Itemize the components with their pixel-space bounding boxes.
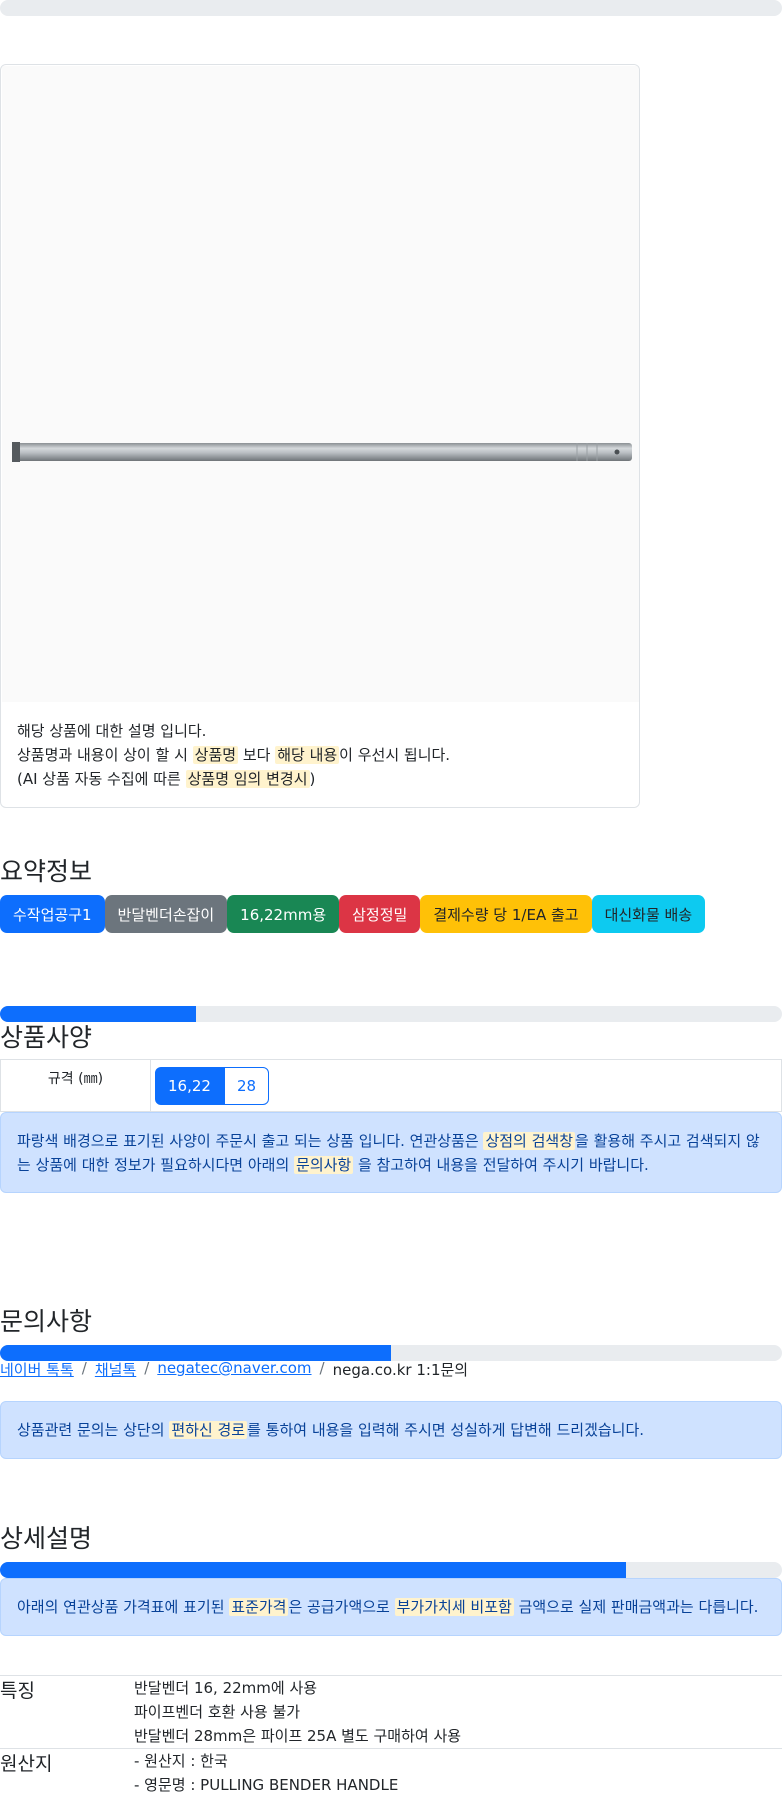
summary-badge: 수작업공구1 bbox=[0, 895, 105, 933]
detail-row-features: 특징 반달벤더 16, 22mm에 사용 파이프벤더 호환 사용 불가 반달벤더… bbox=[0, 1675, 782, 1748]
bender-handle-image bbox=[12, 442, 632, 462]
detail-line: 파이프벤더 호환 사용 불가 bbox=[134, 1703, 301, 1721]
spec-label: 규격 (㎜) bbox=[1, 1060, 151, 1111]
detail-notice: 아래의 연관상품 가격표에 표기된 표준가격 은 공급가액으로 부가가치세 비포함… bbox=[0, 1578, 782, 1636]
spec-option-28[interactable]: 28 bbox=[223, 1066, 270, 1105]
spec-options: 16,22 28 bbox=[151, 1060, 270, 1111]
detail-label: 원산지 bbox=[0, 1753, 53, 1775]
summary-badge: 삼정정밀 bbox=[339, 895, 421, 933]
desc-line-2: 상품명과 내용이 상이 할 시 상품명 보다 해당 내용 이 우선시 됩니다. bbox=[17, 746, 451, 764]
detail-lines: 반달벤더 16, 22mm에 사용 파이프벤더 호환 사용 불가 반달벤더 28… bbox=[134, 1676, 461, 1748]
desc-line-1: 해당 상품에 대한 설명 입니다. bbox=[17, 722, 207, 740]
desc-line-3: (AI 상품 자동 수집에 따른 상품명 임의 변경시) bbox=[17, 770, 316, 788]
summary-badge: 대신화물 배송 bbox=[591, 895, 706, 933]
separator: / bbox=[144, 1359, 150, 1377]
detail-line: - 영문명 : PULLING BENDER HANDLE bbox=[134, 1776, 399, 1794]
product-description: 해당 상품에 대한 설명 입니다. 상품명과 내용이 상이 할 시 상품명 보다… bbox=[17, 719, 450, 791]
detail-line: 반달벤더 28mm은 파이프 25A 별도 구매하여 사용 bbox=[134, 1727, 462, 1745]
spec-table: 규격 (㎜) 16,22 28 bbox=[0, 1059, 782, 1112]
inquiry-notice: 상품관련 문의는 상단의 편하신 경로 를 통하여 내용을 입력해 주시면 성실하… bbox=[0, 1401, 782, 1459]
spec-notice: 파랑색 배경으로 표기된 사양이 주문시 출고 되는 상품 입니다. 연관상품은… bbox=[0, 1112, 782, 1193]
contact-links: 네이버 톡톡 / 채널톡 / negatec@naver.com / nega.… bbox=[0, 1359, 468, 1380]
separator: / bbox=[319, 1359, 325, 1377]
detail-lines: - 원산지 : 한국 - 영문명 : PULLING BENDER HANDLE bbox=[134, 1749, 398, 1797]
summary-badge: 16,22mm용 bbox=[227, 895, 340, 933]
site-inquiry-text: nega.co.kr 1:1문의 bbox=[332, 1361, 469, 1379]
separator: / bbox=[81, 1359, 87, 1377]
detail-progress-fill bbox=[0, 1562, 626, 1578]
spec-option-16-22[interactable]: 16,22 bbox=[155, 1066, 224, 1105]
product-card: 해당 상품에 대한 설명 입니다. 상품명과 내용이 상이 할 시 상품명 보다… bbox=[0, 64, 640, 808]
summary-badge: 결제수량 당 1/EA 출고 bbox=[420, 895, 592, 933]
product-image bbox=[2, 66, 639, 702]
inquiry-title: 문의사항 bbox=[0, 1307, 93, 1336]
detail-line: 반달벤더 16, 22mm에 사용 bbox=[134, 1679, 318, 1697]
detail-label: 특징 bbox=[0, 1680, 35, 1702]
channel-talk-link[interactable]: 채널톡 bbox=[95, 1359, 136, 1380]
detail-title: 상세설명 bbox=[0, 1524, 93, 1553]
top-progress-bar bbox=[0, 0, 782, 16]
email-link[interactable]: negatec@naver.com bbox=[157, 1359, 311, 1380]
summary-badge: 반달벤더손잡이 bbox=[104, 895, 228, 933]
naver-talk-link[interactable]: 네이버 톡톡 bbox=[0, 1359, 74, 1380]
spec-progress bbox=[0, 1006, 782, 1022]
summary-badges: 수작업공구1 반달벤더손잡이 16,22mm용 삼정정밀 결제수량 당 1/EA 출고 대… bbox=[0, 895, 706, 933]
detail-progress bbox=[0, 1562, 782, 1578]
detail-row-origin: 원산지 - 원산지 : 한국 - 영문명 : PULLING BENDER HA… bbox=[0, 1748, 782, 1797]
detail-line: - 원산지 : 한국 bbox=[134, 1752, 228, 1770]
spec-title: 상품사양 bbox=[0, 1023, 93, 1052]
summary-title: 요약정보 bbox=[0, 857, 93, 886]
